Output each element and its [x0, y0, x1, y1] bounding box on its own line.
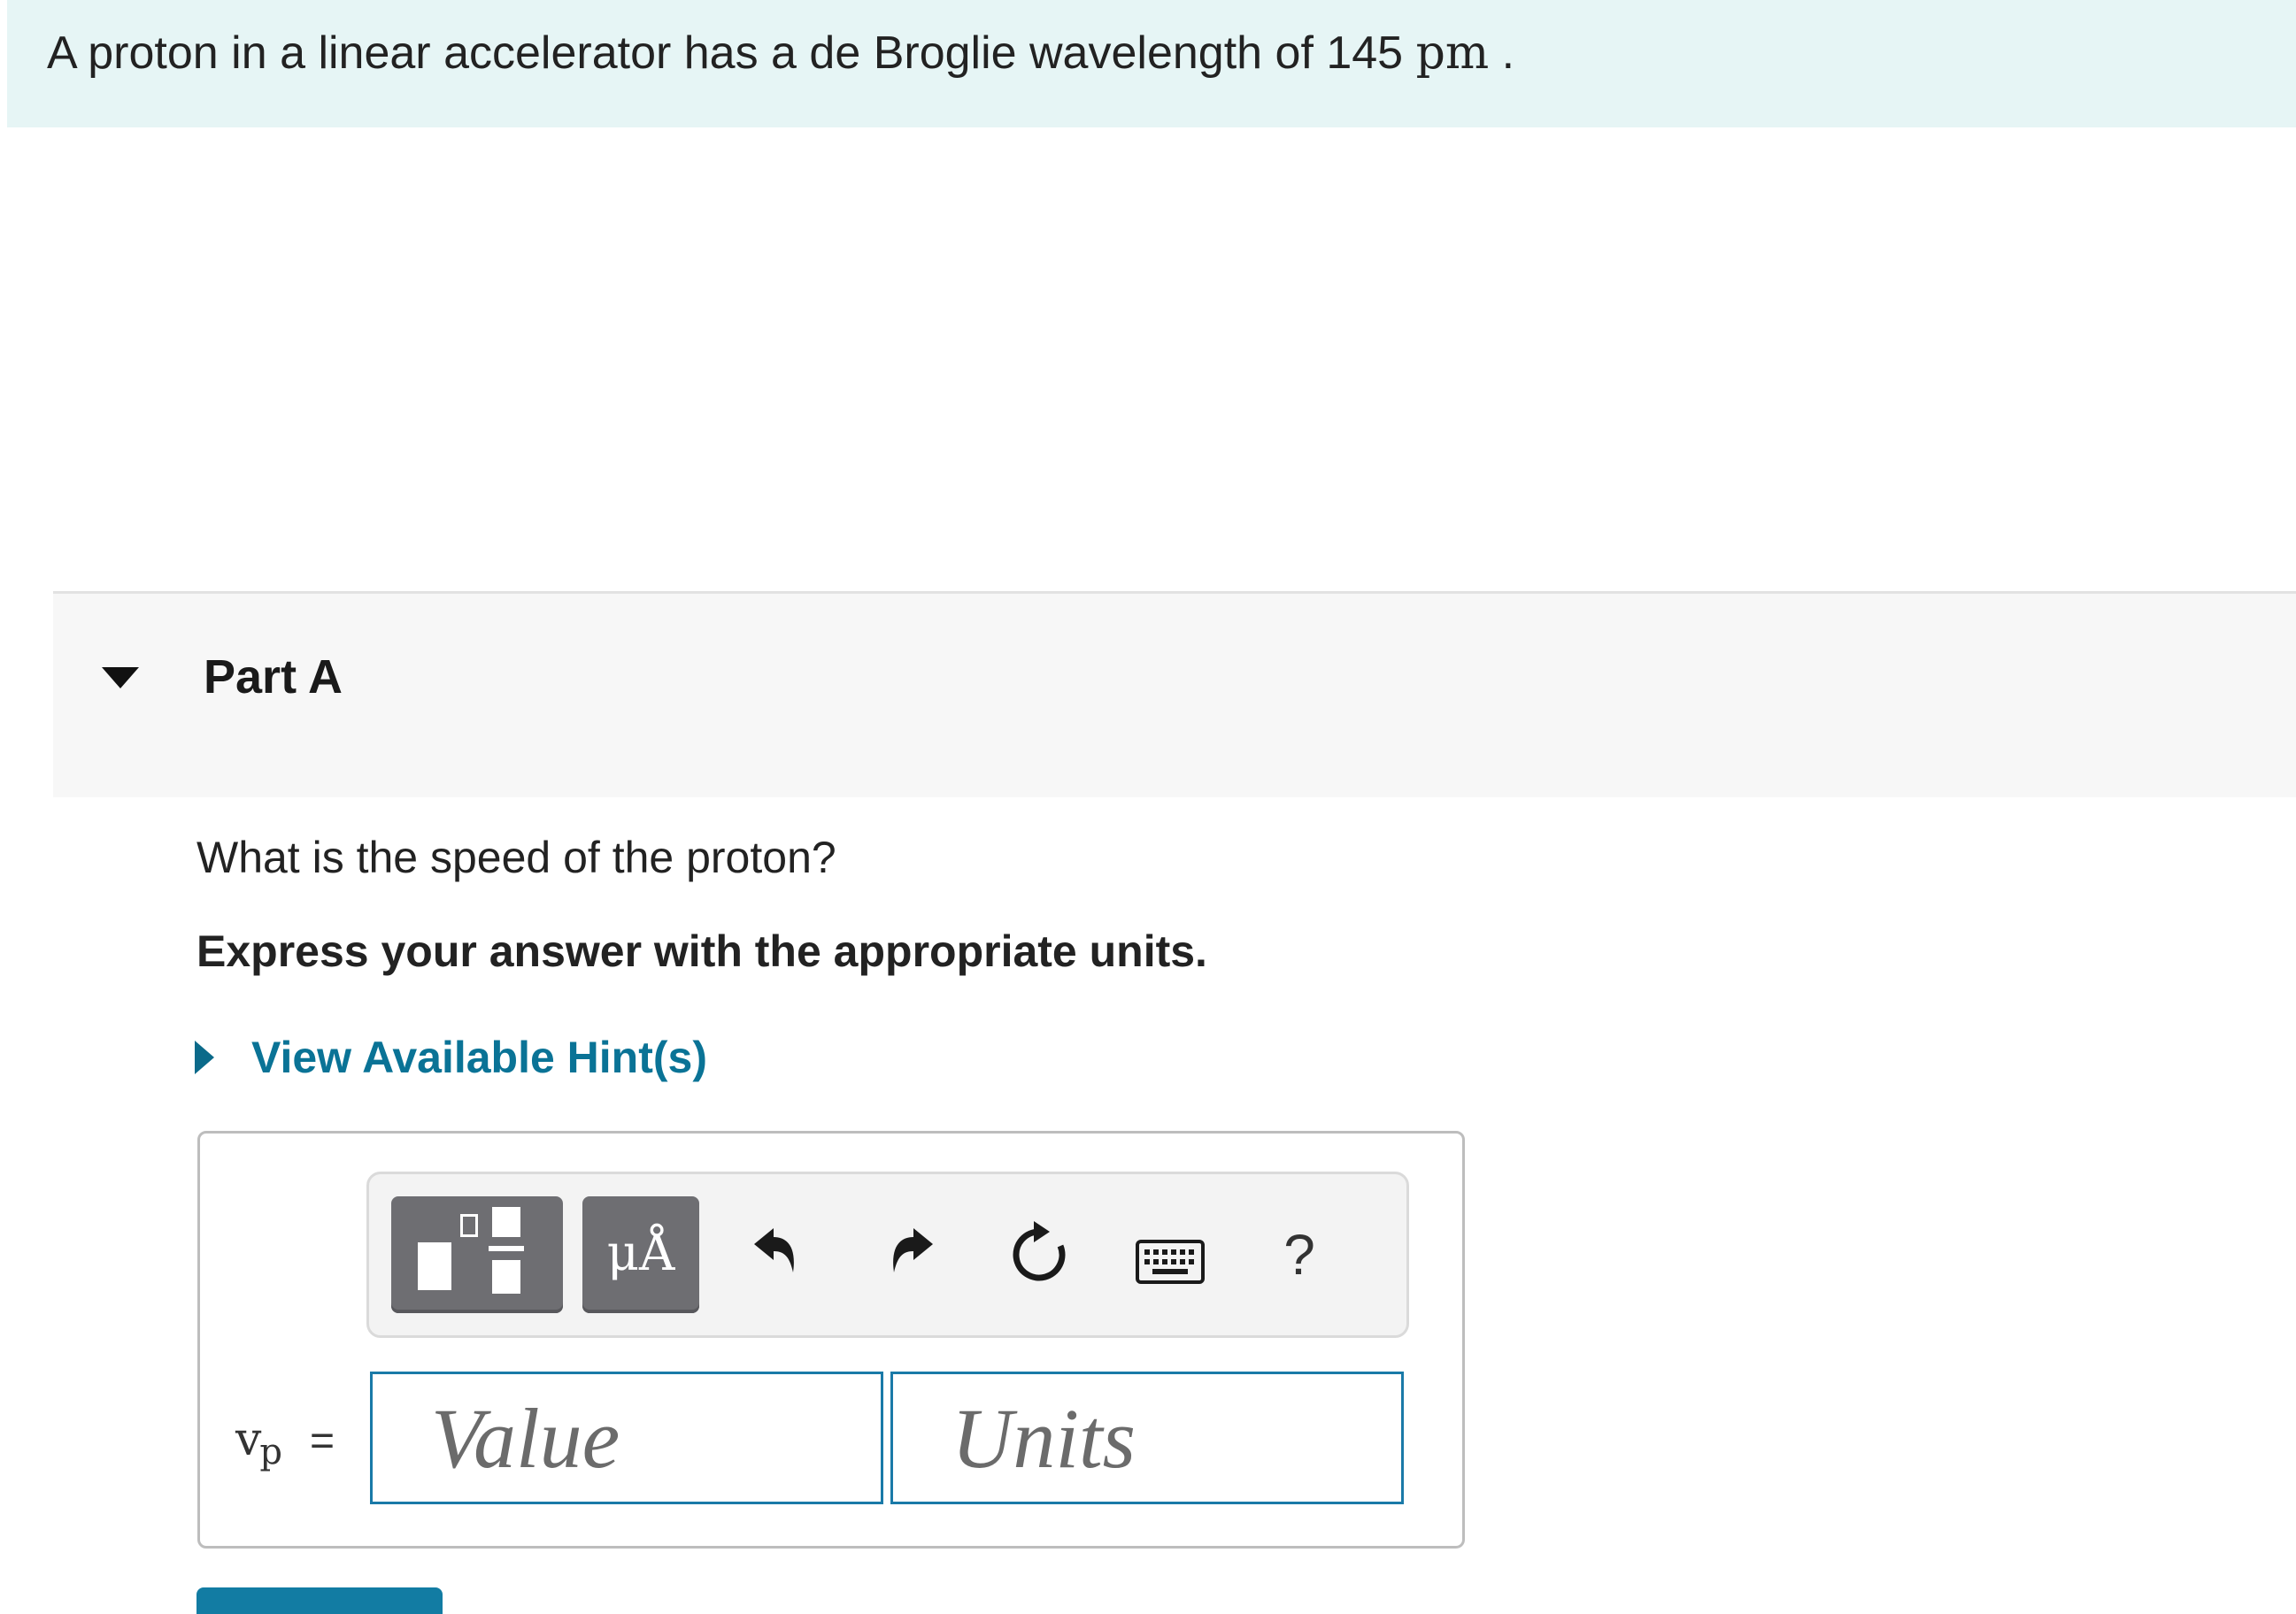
view-hints-link[interactable]: View Available Hint(s) — [195, 1026, 707, 1088]
part-title: Part A — [204, 650, 343, 703]
question-prompt: What is the speed of the proton? — [196, 833, 836, 882]
variable-symbol: v — [235, 1413, 262, 1466]
templates-icon-numerator — [492, 1207, 520, 1237]
problem-period: . — [1501, 27, 1515, 79]
redo-icon[interactable] — [885, 1221, 940, 1283]
units-input[interactable] — [890, 1372, 1404, 1504]
help-icon[interactable]: ? — [1282, 1219, 1317, 1290]
units-icon: μÅ — [606, 1225, 675, 1282]
templates-icon-fraction-bar — [489, 1246, 524, 1251]
templates-icon-denominator — [492, 1260, 520, 1294]
variable-subscript: p — [259, 1432, 282, 1472]
expand-caret-icon — [195, 1041, 214, 1074]
keyboard-icon[interactable] — [1135, 1239, 1206, 1285]
equals-sign: = — [310, 1418, 335, 1464]
answer-variable-label: vp — [235, 1409, 282, 1474]
undo-icon[interactable] — [747, 1221, 802, 1283]
templates-icon — [418, 1242, 451, 1290]
reset-icon[interactable] — [1007, 1219, 1071, 1287]
hint-label: View Available Hint(s) — [251, 1033, 707, 1082]
submit-button[interactable] — [196, 1587, 443, 1614]
answer-instruction: Express your answer with the appropriate… — [196, 926, 1207, 976]
part-header[interactable] — [53, 591, 2296, 797]
problem-statement: A proton in a linear accelerator has a d… — [47, 21, 1514, 85]
collapse-caret-icon[interactable] — [102, 667, 139, 688]
problem-text: A proton in a linear accelerator has a d… — [47, 27, 1404, 79]
templates-icon-box — [460, 1214, 478, 1237]
wavelength-unit: pm — [1415, 27, 1490, 80]
value-input[interactable] — [370, 1372, 883, 1504]
